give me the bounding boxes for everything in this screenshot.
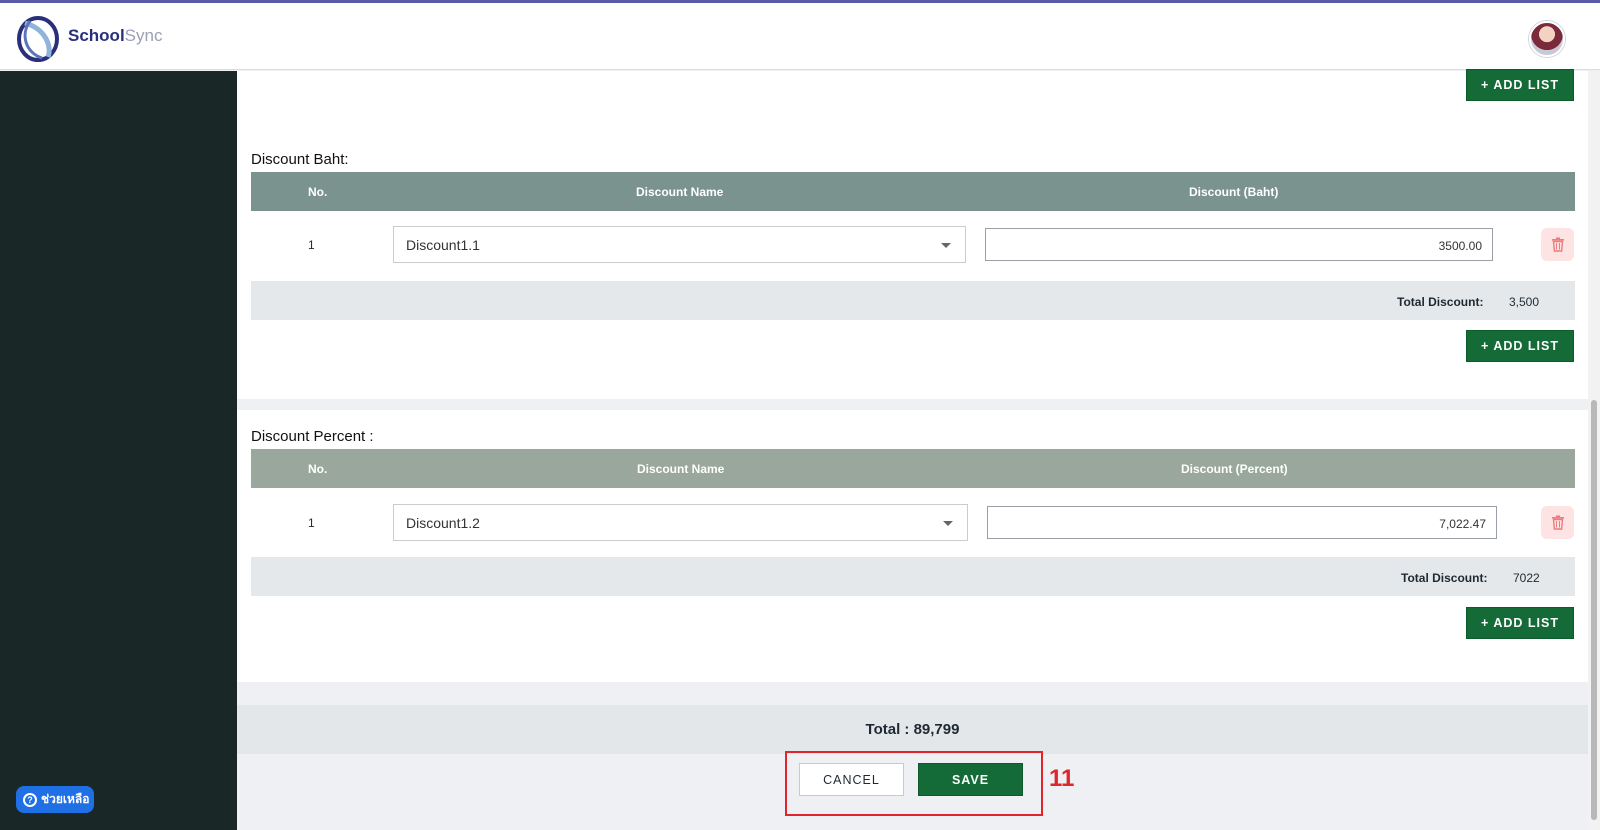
main-content: + ADD LIST Discount Baht: No. Discount N… (237, 69, 1588, 830)
sidebar (0, 71, 237, 830)
col-discount-percent: Discount (Percent) (1181, 462, 1288, 476)
col-no: No. (308, 185, 328, 199)
schoolsync-logo (17, 16, 59, 62)
discount-percent-total-row: Total Discount: 7022 (251, 557, 1575, 596)
chevron-down-icon (943, 521, 953, 526)
col-discount-name: Discount Name (637, 462, 725, 476)
add-list-button-baht[interactable]: + ADD LIST (1466, 330, 1574, 362)
select-value: Discount1.2 (406, 515, 480, 531)
discount-percent-title: Discount Percent : (251, 428, 374, 445)
grand-total: Total : 89,799 (237, 705, 1588, 754)
total-discount-label: Total Discount: (1397, 295, 1484, 309)
select-value: Discount1.1 (406, 237, 480, 253)
annotation-highlight-box (785, 751, 1043, 816)
discount-baht-table-header: No. Discount Name Discount (Baht) (251, 172, 1575, 211)
discount-baht-panel: + ADD LIST Discount Baht: No. Discount N… (237, 69, 1588, 399)
app-header: SchoolSync (0, 3, 1600, 70)
discount-baht-input[interactable]: 3500.00 (985, 228, 1493, 261)
discount-name-select[interactable]: Discount1.1 (393, 226, 966, 263)
delete-row-button[interactable] (1541, 506, 1574, 539)
total-discount-label: Total Discount: (1401, 571, 1488, 585)
add-list-button-percent[interactable]: + ADD LIST (1466, 607, 1574, 639)
delete-row-button[interactable] (1541, 228, 1574, 261)
col-discount-baht: Discount (Baht) (1189, 185, 1279, 199)
help-label: ช่วยเหลือ (41, 792, 90, 806)
discount-baht-title: Discount Baht: (251, 151, 349, 168)
discount-percent-input[interactable]: 7,022.47 (987, 506, 1497, 539)
col-no: No. (308, 462, 328, 476)
row-number: 1 (308, 238, 315, 252)
discount-name-select[interactable]: Discount1.2 (393, 504, 968, 541)
discount-percent-panel: Discount Percent : No. Discount Name Dis… (237, 410, 1588, 682)
total-discount-value: 7022 (1513, 571, 1540, 585)
chevron-down-icon (941, 243, 951, 248)
col-discount-name: Discount Name (636, 185, 724, 199)
trash-icon (1551, 515, 1564, 530)
trash-icon (1551, 237, 1564, 252)
annotation-number: 11 (1049, 765, 1075, 792)
brand-name: SchoolSync (68, 26, 163, 45)
discount-percent-table-header: No. Discount Name Discount (Percent) (251, 449, 1575, 488)
user-avatar[interactable] (1529, 21, 1565, 57)
scrollbar-thumb[interactable] (1591, 400, 1597, 820)
add-list-button-top[interactable]: + ADD LIST (1466, 69, 1574, 101)
total-discount-value: 3,500 (1509, 295, 1540, 309)
help-button[interactable]: ? ช่วยเหลือ (16, 786, 94, 813)
help-icon: ? (23, 792, 37, 807)
discount-baht-total-row: Total Discount: 3,500 (251, 281, 1575, 320)
row-number: 1 (308, 516, 315, 530)
